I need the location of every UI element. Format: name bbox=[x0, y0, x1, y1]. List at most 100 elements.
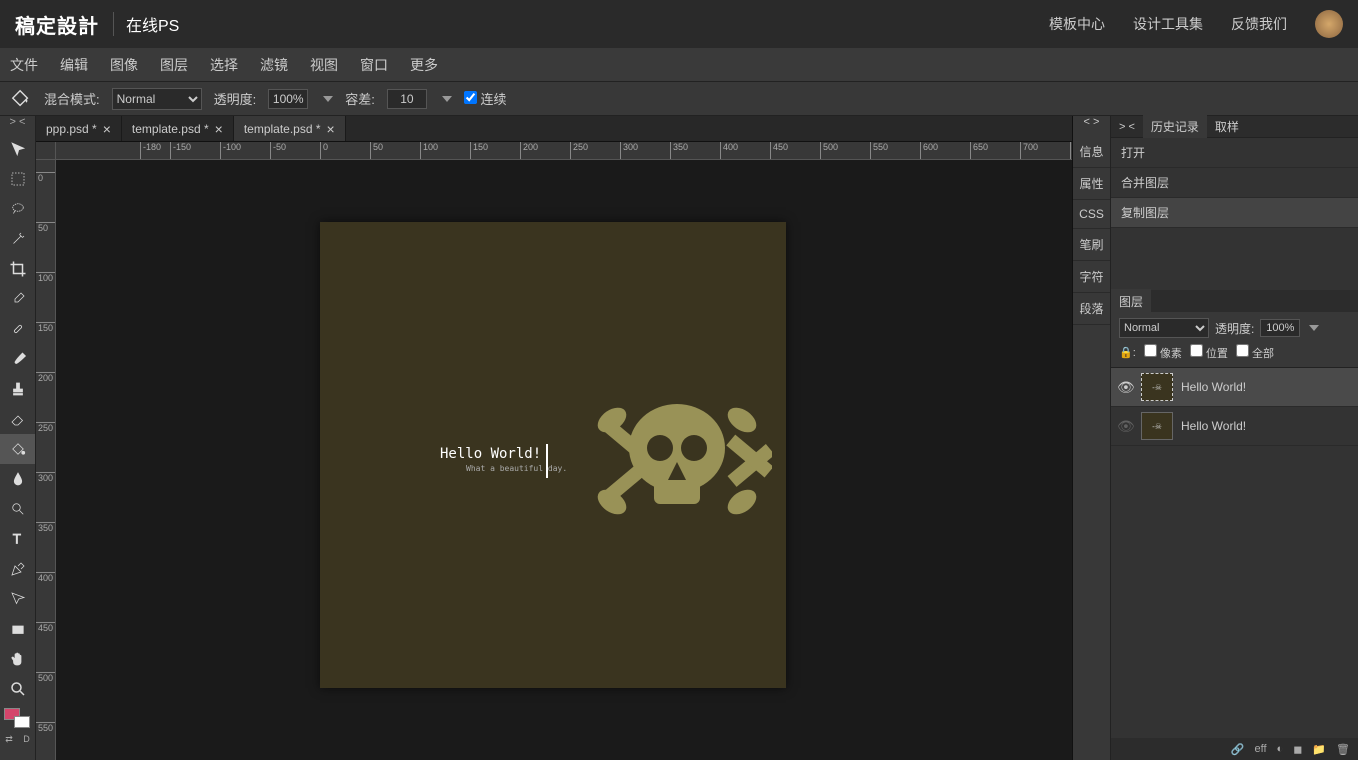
avatar[interactable] bbox=[1315, 10, 1343, 38]
stamp-tool[interactable] bbox=[0, 374, 35, 404]
ruler-horizontal[interactable]: -180-150-100-500501001502002503003504004… bbox=[56, 142, 1072, 160]
layer-opacity-dropdown-icon[interactable] bbox=[1309, 325, 1319, 331]
layer-opacity-input[interactable] bbox=[1260, 319, 1300, 337]
contiguous-checkbox[interactable]: 连续 bbox=[464, 89, 507, 108]
tab-paragraph[interactable]: 段落 bbox=[1073, 293, 1110, 325]
menu-image[interactable]: 图像 bbox=[110, 55, 138, 75]
crop-tool[interactable] bbox=[0, 254, 35, 284]
effects-icon[interactable]: eff bbox=[1255, 743, 1267, 755]
history-list: 打开 合并图层 复制图层 bbox=[1111, 138, 1358, 228]
sampler-tab[interactable]: 取样 bbox=[1207, 114, 1247, 139]
lock-position[interactable]: 位置 bbox=[1190, 344, 1228, 361]
tab-info[interactable]: 信息 bbox=[1073, 136, 1110, 168]
bucket-tool[interactable] bbox=[0, 434, 35, 464]
adjustment-icon[interactable]: ◼ bbox=[1293, 743, 1302, 756]
swap-colors[interactable]: ⇄ bbox=[5, 734, 13, 750]
layer-name[interactable]: Hello World! bbox=[1181, 419, 1246, 433]
brush-tool[interactable] bbox=[0, 344, 35, 374]
top-bar: 稿定設計 在线PS 模板中心 设计工具集 反馈我们 bbox=[0, 0, 1358, 48]
tab-2[interactable]: template.psd *× bbox=[234, 116, 346, 141]
menu-file[interactable]: 文件 bbox=[10, 55, 38, 75]
menu-layer[interactable]: 图层 bbox=[160, 55, 188, 75]
menu-select[interactable]: 选择 bbox=[210, 55, 238, 75]
layer-blend-select[interactable]: Normal bbox=[1119, 318, 1209, 338]
menu-more[interactable]: 更多 bbox=[410, 55, 438, 75]
blur-tool[interactable] bbox=[0, 464, 35, 494]
tool-collapse[interactable]: > < bbox=[0, 116, 35, 134]
blend-select[interactable]: Normal bbox=[112, 88, 202, 110]
tab-brush[interactable]: 笔刷 bbox=[1073, 229, 1110, 261]
link-feedback[interactable]: 反馈我们 bbox=[1231, 14, 1287, 34]
color-picker[interactable] bbox=[0, 704, 35, 734]
panel-collapse[interactable]: < > bbox=[1073, 116, 1110, 136]
layer-item[interactable]: 👁 -☠ Hello World! bbox=[1111, 407, 1358, 446]
menu-edit[interactable]: 编辑 bbox=[60, 55, 88, 75]
close-icon[interactable]: × bbox=[215, 121, 223, 137]
tab-0[interactable]: ppp.psd *× bbox=[36, 116, 122, 141]
canvas[interactable]: Hello World! What a beautiful day. bbox=[320, 222, 786, 688]
opacity-input[interactable] bbox=[268, 89, 308, 109]
shape-tool[interactable] bbox=[0, 614, 35, 644]
zoom-tool[interactable] bbox=[0, 674, 35, 704]
close-icon[interactable]: × bbox=[327, 121, 335, 137]
visibility-icon[interactable]: 👁 bbox=[1117, 379, 1133, 396]
hand-tool[interactable] bbox=[0, 644, 35, 674]
menu-filter[interactable]: 滤镜 bbox=[260, 55, 288, 75]
layer-name[interactable]: Hello World! bbox=[1181, 380, 1246, 394]
close-icon[interactable]: × bbox=[103, 121, 111, 137]
heal-tool[interactable] bbox=[0, 314, 35, 344]
history-item[interactable]: 打开 bbox=[1111, 138, 1358, 168]
right-panel: < > 信息 属性 CSS 笔刷 字符 段落 > < 历史记录 取样 打开 合并… bbox=[1072, 116, 1358, 760]
layers-tab[interactable]: 图层 bbox=[1111, 289, 1151, 314]
tab-char[interactable]: 字符 bbox=[1073, 261, 1110, 293]
mask-icon[interactable]: ◐ bbox=[1277, 743, 1284, 755]
history-panel-header: > < 历史记录 取样 bbox=[1111, 116, 1358, 138]
layer-thumbnail[interactable]: -☠ bbox=[1141, 373, 1173, 401]
history-item[interactable]: 复制图层 bbox=[1111, 198, 1358, 228]
lock-pixel[interactable]: 像素 bbox=[1144, 344, 1182, 361]
tab-css[interactable]: CSS bbox=[1073, 200, 1110, 229]
link-layers-icon[interactable]: 🔗 bbox=[1231, 743, 1245, 756]
trash-icon[interactable]: 🗑 bbox=[1336, 743, 1350, 756]
ruler-vertical[interactable]: 0501001502002503003504004505005506006507… bbox=[36, 160, 56, 760]
layers-panel-header: 图层 bbox=[1111, 290, 1358, 312]
tolerance-input[interactable] bbox=[387, 89, 427, 109]
layer-list: 👁 -☠ Hello World! 👁 -☠ Hello World! bbox=[1111, 368, 1358, 738]
menu-bar: 文件 编辑 图像 图层 选择 滤镜 视图 窗口 更多 bbox=[0, 48, 1358, 82]
menu-window[interactable]: 窗口 bbox=[360, 55, 388, 75]
lasso-tool[interactable] bbox=[0, 194, 35, 224]
history-collapse[interactable]: > < bbox=[1111, 121, 1143, 133]
tolerance-label: 容差: bbox=[345, 89, 375, 108]
canvas-viewport[interactable]: Hello World! What a beautiful day. bbox=[56, 160, 1072, 760]
folder-icon[interactable]: 📁 bbox=[1312, 743, 1326, 756]
history-item[interactable]: 合并图层 bbox=[1111, 168, 1358, 198]
layer-thumbnail[interactable]: -☠ bbox=[1141, 412, 1173, 440]
path-tool[interactable] bbox=[0, 584, 35, 614]
link-tools[interactable]: 设计工具集 bbox=[1133, 14, 1203, 34]
move-tool[interactable] bbox=[0, 134, 35, 164]
tab-properties[interactable]: 属性 bbox=[1073, 168, 1110, 200]
bucket-icon bbox=[10, 88, 32, 110]
visibility-icon[interactable]: 👁 bbox=[1117, 418, 1133, 435]
document-area: ppp.psd *× template.psd *× template.psd … bbox=[36, 116, 1072, 760]
opacity-dropdown-icon[interactable] bbox=[323, 96, 333, 102]
link-templates[interactable]: 模板中心 bbox=[1049, 14, 1105, 34]
wand-tool[interactable] bbox=[0, 224, 35, 254]
history-tab[interactable]: 历史记录 bbox=[1143, 114, 1207, 139]
lock-icon: 🔒: bbox=[1119, 346, 1136, 359]
layer-options: Normal 透明度: 🔒: 像素 位置 全部 bbox=[1111, 312, 1358, 368]
eraser-tool[interactable] bbox=[0, 404, 35, 434]
marquee-tool[interactable] bbox=[0, 164, 35, 194]
layer-item[interactable]: 👁 -☠ Hello World! bbox=[1111, 368, 1358, 407]
menu-view[interactable]: 视图 bbox=[310, 55, 338, 75]
lock-all[interactable]: 全部 bbox=[1236, 344, 1274, 361]
brand-logo[interactable]: 稿定設計 bbox=[15, 10, 99, 39]
tolerance-dropdown-icon[interactable] bbox=[442, 96, 452, 102]
reset-colors[interactable]: D bbox=[23, 734, 30, 750]
canvas-divider bbox=[546, 444, 548, 478]
type-tool[interactable]: T bbox=[0, 524, 35, 554]
eyedropper-tool[interactable] bbox=[0, 284, 35, 314]
pen-tool[interactable] bbox=[0, 554, 35, 584]
dodge-tool[interactable] bbox=[0, 494, 35, 524]
tab-1[interactable]: template.psd *× bbox=[122, 116, 234, 141]
